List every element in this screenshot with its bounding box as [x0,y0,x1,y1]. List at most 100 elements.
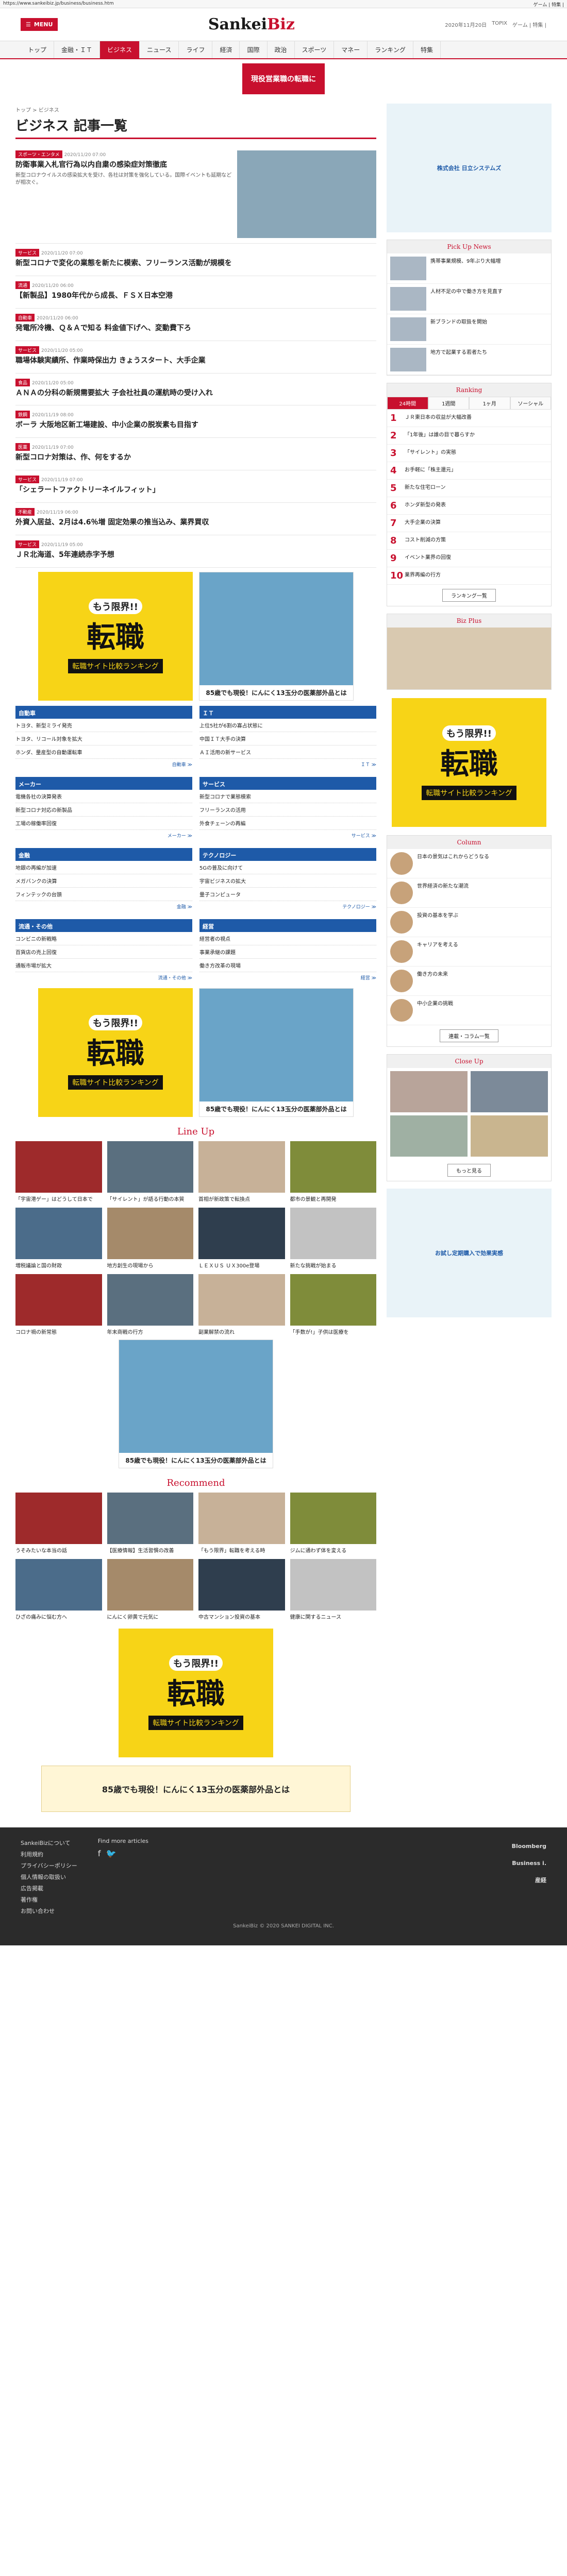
article-title[interactable]: 職場体験実績所、作業時保出力 きょうスタート、大手企業 [15,356,376,366]
lineup-item[interactable]: 副業解禁の流れ [198,1274,285,1335]
ranking-item[interactable]: 2 「1年後」は誰の目で暮らすか [387,427,551,445]
article-item[interactable]: スポーツ・エンタメ 2020/11/20 07:00 防衛事業入札官行為以内自粛の感… [15,145,376,244]
nav-item[interactable]: 経済 [212,41,240,58]
article-title[interactable]: 発電所冷機、Ｑ＆Ａで知る 料金値下げへ、変動費下ろ [15,324,376,333]
menu-button[interactable]: ☰ MENU [21,18,58,31]
nav-item[interactable]: 特集 [413,41,441,58]
ranking-item[interactable]: 8 コスト削減の方策 [387,532,551,550]
ranking-item[interactable]: 7 大手企業の決算 [387,515,551,532]
lineup-item[interactable]: コロナ禍の新常態 [15,1274,102,1335]
category-more-link[interactable]: 自動車 ≫ [15,759,192,770]
lineup-item[interactable]: 「手数が!」子供は医療を [290,1274,376,1335]
category-item[interactable]: トヨタ、リコール対象を拡大 [15,732,192,745]
column-item[interactable]: 日本の景気はこれからどうなる [387,849,551,878]
article-tag[interactable]: 不動産 [15,508,35,516]
article-title[interactable]: 防衛事業入札官行為以内自粛の感染症対策徹底 [15,160,232,170]
article-title[interactable]: 【新製品】1980年代から成長、ＦＳＸ日本空港 [15,291,376,301]
footer-link[interactable]: お問い合わせ [21,1906,77,1917]
footer-link[interactable]: プライバシーポリシー [21,1860,77,1872]
category-more-link[interactable]: テクノロジー ≫ [199,901,376,912]
category-item[interactable]: フリーランスの活用 [199,803,376,817]
twitter-icon[interactable]: 🐦 [106,1849,116,1858]
pickup-item[interactable]: 人材不足の中で働き方を見直す [387,284,551,314]
nav-item[interactable]: スポーツ [295,41,335,58]
ad-supplement-3[interactable]: 85歳でも現役！にんにく13玉分の医薬部外品とは [119,1339,273,1468]
ranking-item[interactable]: 6 ホンダ新型の発表 [387,497,551,515]
ranking-item[interactable]: 5 新たな住宅ローン [387,480,551,497]
facebook-icon[interactable]: f [98,1849,101,1858]
side-ad-hitachi[interactable]: 株式会社 日立システムズ [387,104,552,232]
lineup-item[interactable]: 地方創生の現場から [107,1207,193,1269]
article-item[interactable]: サービス 2020/11/20 05:00 職場体験実績所、作業時保出力 きょうスタ… [15,341,376,374]
side-ad-tenshoku[interactable]: もう限界!! 転職 転職サイト比較ランキング [392,698,546,827]
category-item[interactable]: ホンダ、量産型の自動運転車 [15,745,192,759]
footer-link[interactable]: 著作権 [21,1894,77,1906]
lineup-item[interactable]: 「サイレント」が語る行動の本質 [107,1141,193,1202]
category-more-link[interactable]: ＩＴ ≫ [199,759,376,770]
closeup-tile[interactable] [390,1115,468,1157]
category-item[interactable]: 外食チェーンの再編 [199,817,376,830]
ranking-tab[interactable]: 1ヶ月 [469,397,510,410]
article-item[interactable]: 流通 2020/11/20 06:00 【新製品】1980年代から成長、ＦＳＸ日本空… [15,276,376,309]
category-title[interactable]: メーカー [15,778,192,790]
recommend-item[interactable]: 【医療情報】生活習慣の改善 [107,1492,193,1554]
category-item[interactable]: 電機各社の決算発表 [15,790,192,803]
nav-item[interactable]: 国際 [240,41,268,58]
category-item[interactable]: フィンテックの台頭 [15,888,192,901]
closeup-more-button[interactable]: もっと見る [447,1164,491,1177]
article-tag[interactable]: 自動車 [15,313,35,321]
category-more-link[interactable]: サービス ≫ [199,830,376,841]
category-item[interactable]: 上位5社が6割の寡占状態に [199,719,376,732]
url-text[interactable]: https://www.sankeibiz.jp/business/busine… [3,1,114,7]
lineup-item[interactable]: 増税議論と国の財政 [15,1207,102,1269]
category-item[interactable]: 中国ＩＴ大手の決算 [199,732,376,745]
closeup-tile[interactable] [390,1071,468,1112]
category-item[interactable]: 事業承継の課題 [199,945,376,959]
category-title[interactable]: テクノロジー [199,849,376,861]
category-item[interactable]: 地銀の再編が加速 [15,861,192,874]
article-tag[interactable]: スポーツ・エンタメ [15,150,62,158]
footer-logo[interactable]: 産経 [512,1872,546,1889]
ranking-item[interactable]: 10 業界再編の行方 [387,567,551,585]
category-item[interactable]: 新型コロナで業態模索 [199,790,376,803]
ranking-item[interactable]: 3 「サイレント」の実態 [387,445,551,462]
article-title[interactable]: 「シェラートファクトリーネイルフィット」 [15,485,376,495]
article-title[interactable]: ＪＲ北海道、5年連続赤字予想 [15,550,376,560]
ranking-tab[interactable]: ソーシャル [510,397,551,410]
category-title[interactable]: 自動車 [15,707,192,719]
recommend-item[interactable]: うそみたいな本当の話 [15,1492,102,1554]
recommend-item[interactable]: 中古マンション投資の基本 [198,1558,285,1620]
ad-leaderboard[interactable]: 85歳でも現役！にんにく13玉分の医薬部外品とは [41,1765,351,1812]
lineup-item[interactable]: 都市の景観と再開発 [290,1141,376,1202]
nav-item[interactable]: ビジネス [100,41,140,58]
recommend-item[interactable]: ひざの痛みに悩む方へ [15,1558,102,1620]
category-item[interactable]: 工場の稼働率回復 [15,817,192,830]
category-more-link[interactable]: 経営 ≫ [199,972,376,983]
category-item[interactable]: 働き方改革の現場 [199,959,376,972]
nav-item[interactable]: ランキング [368,41,413,58]
ad-tenshoku[interactable]: もう限界!! 転職 転職サイト比較ランキング [38,571,193,701]
category-more-link[interactable]: 流通・その他 ≫ [15,972,192,983]
recommend-item[interactable]: 「もう限界」転職を考える時 [198,1492,285,1554]
category-item[interactable]: 百貨店の売上回復 [15,945,192,959]
category-item[interactable]: トヨタ、新型ミライ発売 [15,719,192,732]
article-tag[interactable]: 食品 [15,378,30,386]
nav-item[interactable]: トップ [21,41,55,58]
article-title[interactable]: ＡＮＡの分科の新規需要拡大 子会社社員の運航時の受け入れ [15,388,376,398]
ad-supplement-2[interactable]: 85歳でも現役！にんにく13玉分の医薬部外品とは [199,988,354,1117]
category-more-link[interactable]: メーカー ≫ [15,830,192,841]
pickup-item[interactable]: 携帯事業規模、9年ぶり大幅増 [387,253,551,284]
ad-tenshoku-2[interactable]: もう限界!! 転職 転職サイト比較ランキング [38,988,193,1117]
article-item[interactable]: 鉄鋼 2020/11/19 08:00 ボーラ 大阪地区新工場建設、中小企業の脱炭素… [15,405,376,438]
column-more-button[interactable]: 連載・コラム一覧 [440,1029,498,1042]
ranking-item[interactable]: 1 ＪＲ東日本の収益が大幅改善 [387,410,551,427]
ranking-tab[interactable]: 1週間 [428,397,469,410]
top-ad-banner[interactable]: 現役営業職の転職に [242,63,325,94]
article-tag[interactable]: サービス [15,346,40,354]
nav-item[interactable]: ライフ [179,41,213,58]
lineup-item[interactable]: 首相が新政策で転換点 [198,1141,285,1202]
category-item[interactable]: コンビニの新戦略 [15,932,192,945]
category-title[interactable]: 金融 [15,849,192,861]
nav-item[interactable]: マネー [334,41,368,58]
closeup-tile[interactable] [471,1071,548,1112]
